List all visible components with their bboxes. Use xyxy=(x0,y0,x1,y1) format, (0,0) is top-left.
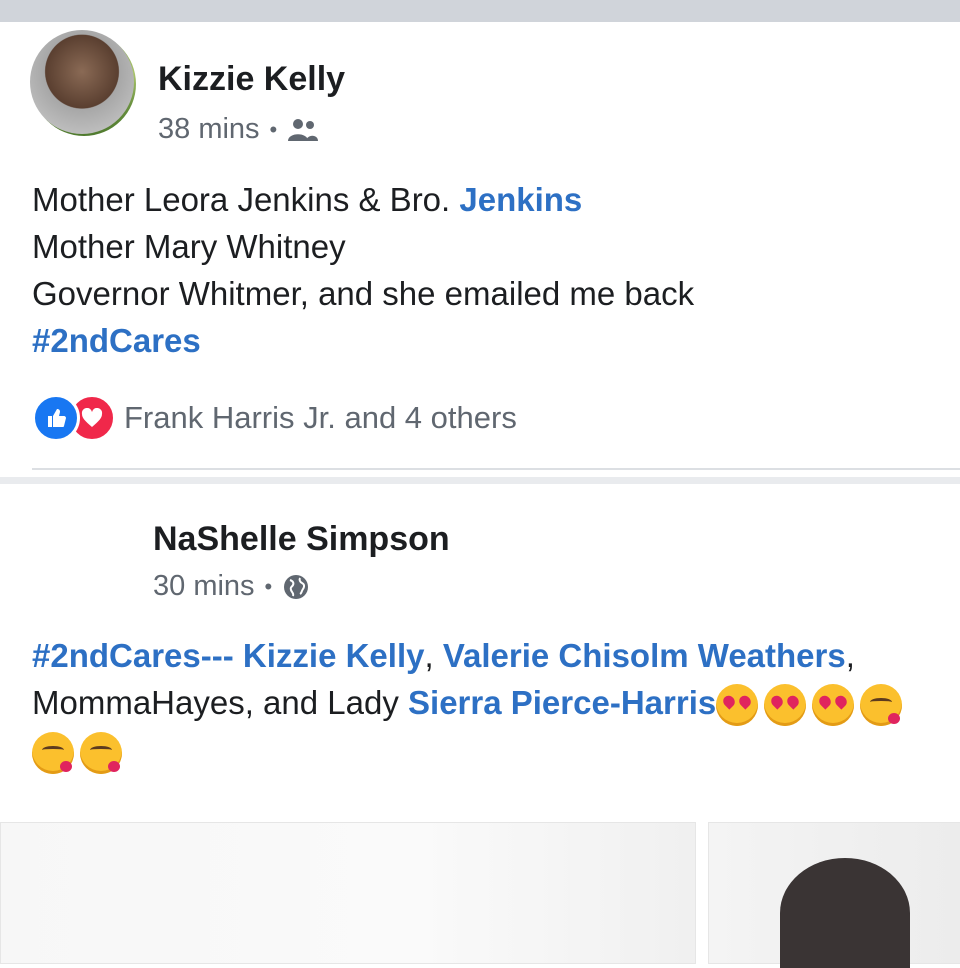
post-line: #2ndCares--- Kizzie Kelly, Valerie Chiso… xyxy=(32,632,908,679)
divider xyxy=(32,468,960,470)
text-span: , xyxy=(845,637,855,674)
avatar[interactable] xyxy=(30,30,134,134)
reaction-text: Frank Harris Jr. and 4 others xyxy=(124,400,517,435)
like-icon xyxy=(32,394,80,442)
text-span: Mother Leora Jenkins & Bro. xyxy=(32,181,460,218)
meta-separator: • xyxy=(264,573,273,599)
post-line xyxy=(32,726,908,774)
kissing-heart-emoji xyxy=(80,731,122,774)
post-text: Mother Leora Jenkins & Bro. Jenkins Moth… xyxy=(32,176,694,364)
post-line: Mother Mary Whitney xyxy=(32,228,346,265)
photo-subject xyxy=(780,858,910,968)
meta-separator: • xyxy=(269,116,278,142)
mention-link[interactable]: Valerie Chisolm Weathers xyxy=(443,637,846,674)
post-line: MommaHayes, and Lady Sierra Pierce-Harri… xyxy=(32,679,908,727)
post-line: Mother Leora Jenkins & Bro. Jenkins xyxy=(32,176,694,223)
divider xyxy=(0,477,960,484)
text-span: , xyxy=(424,637,434,674)
top-bar xyxy=(0,0,960,22)
post-meta: 38 mins • xyxy=(158,113,319,146)
post-line: Governor Whitmer, and she emailed me bac… xyxy=(32,275,695,312)
heart-eyes-emoji xyxy=(764,684,807,727)
heart-eyes-emoji xyxy=(812,684,855,727)
reaction-summary[interactable]: Frank Harris Jr. and 4 others xyxy=(32,394,517,442)
post-time[interactable]: 30 mins xyxy=(153,570,255,603)
globe-icon xyxy=(284,574,309,599)
hashtag-link[interactable]: #2ndCares xyxy=(32,317,694,364)
post-meta: 30 mins • xyxy=(153,570,310,603)
kissing-heart-emoji xyxy=(860,684,903,727)
hashtag-link[interactable]: #2ndCares--- xyxy=(32,637,234,674)
mention-link[interactable]: Kizzie Kelly xyxy=(243,637,425,674)
mention-link[interactable]: Jenkins xyxy=(459,181,582,218)
post-text: #2ndCares--- Kizzie Kelly, Valerie Chiso… xyxy=(32,632,908,774)
post-time[interactable]: 38 mins xyxy=(158,113,260,146)
text-span: MommaHayes, and Lady xyxy=(32,684,409,721)
friends-icon xyxy=(288,118,319,141)
post-photo[interactable] xyxy=(0,822,696,964)
mention-link[interactable]: Sierra Pierce-Harris xyxy=(408,684,716,721)
kissing-heart-emoji xyxy=(32,731,74,774)
author-name[interactable]: Kizzie Kelly xyxy=(158,60,345,99)
heart-eyes-emoji xyxy=(716,684,759,727)
author-name[interactable]: NaShelle Simpson xyxy=(153,520,450,559)
